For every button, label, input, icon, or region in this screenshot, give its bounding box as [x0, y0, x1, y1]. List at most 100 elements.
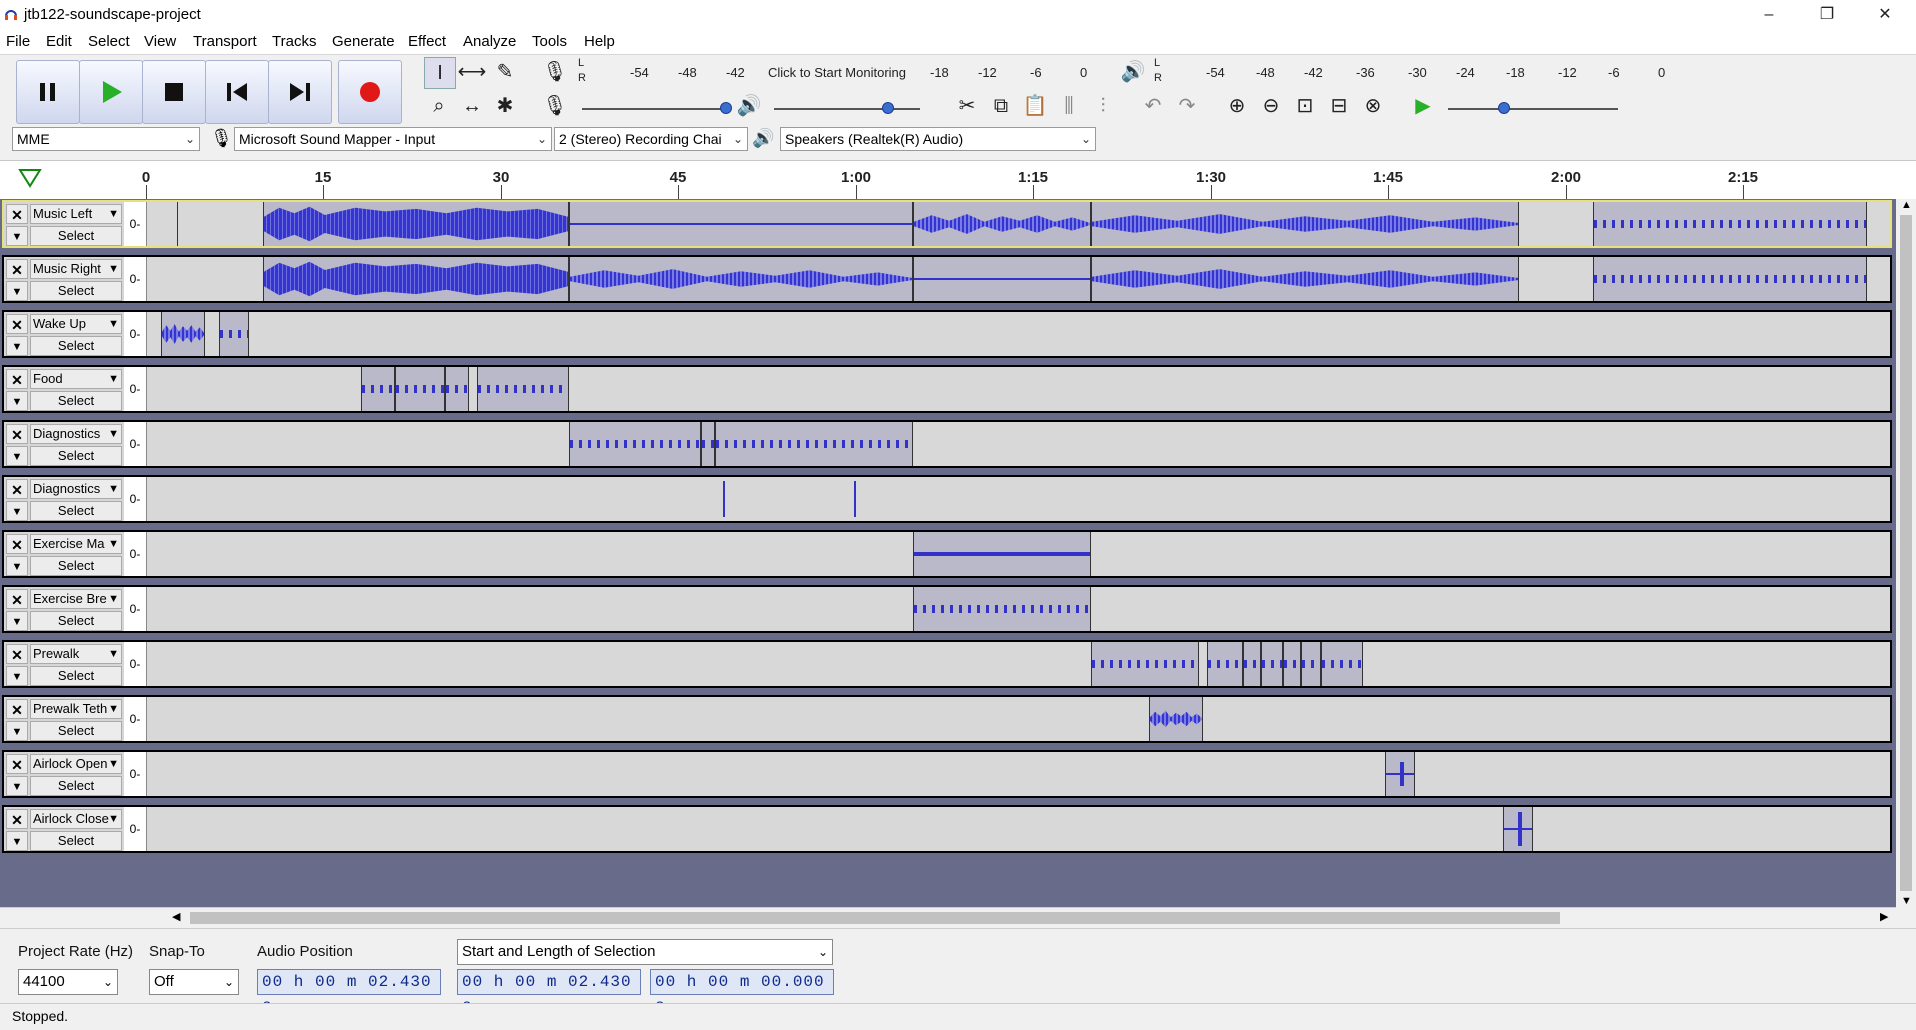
scroll-left-icon[interactable]: ◀: [172, 910, 180, 923]
track-name-menu[interactable]: Music Left ▼: [30, 204, 122, 224]
snap-to-select[interactable]: Off ⌄: [149, 969, 239, 995]
select-track-button[interactable]: Select: [30, 776, 122, 796]
audio-clip[interactable]: [913, 532, 1091, 576]
skip-to-start-button[interactable]: [205, 60, 269, 124]
audio-clip[interactable]: [569, 257, 913, 301]
audio-clip[interactable]: [445, 367, 469, 411]
select-track-button[interactable]: Select: [30, 721, 122, 741]
close-track-button[interactable]: ✕: [6, 259, 28, 279]
close-track-button[interactable]: ✕: [6, 314, 28, 334]
track-food[interactable]: ✕ Food ▼ ▼ Select 0-: [2, 365, 1892, 413]
close-track-button[interactable]: ✕: [6, 644, 28, 664]
track-lane[interactable]: [147, 257, 1890, 301]
audio-clip[interactable]: [1503, 807, 1533, 851]
close-button[interactable]: ✕: [1856, 0, 1914, 30]
playback-volume-slider[interactable]: [774, 108, 920, 110]
skip-to-end-button[interactable]: [268, 60, 332, 124]
track-music-right[interactable]: ✕ Music Right ▼ ▼ Select 0-: [2, 255, 1892, 303]
collapse-track-button[interactable]: ▼: [6, 831, 28, 851]
play-speed-knob[interactable]: [1498, 102, 1510, 114]
track-exercise-bre[interactable]: ✕ Exercise Bre ▼ ▼ Select 0-: [2, 585, 1892, 633]
audio-clip[interactable]: [395, 367, 445, 411]
audio-clip[interactable]: [1207, 642, 1243, 686]
close-track-button[interactable]: ✕: [6, 699, 28, 719]
close-track-button[interactable]: ✕: [6, 809, 28, 829]
pause-button[interactable]: [16, 60, 80, 124]
draw-tool-icon[interactable]: ✎: [490, 57, 520, 87]
track-name-menu[interactable]: Prewalk Teth ▼: [30, 699, 122, 719]
audio-clip[interactable]: [913, 257, 1091, 301]
playback-meter-icon[interactable]: 🔊: [1118, 57, 1148, 87]
audio-clip[interactable]: [715, 422, 913, 466]
record-volume-knob[interactable]: [720, 102, 732, 114]
close-track-button[interactable]: ✕: [6, 204, 28, 224]
audio-clip[interactable]: [1301, 642, 1321, 686]
collapse-track-button[interactable]: ▼: [6, 666, 28, 686]
vertical-scroll-thumb[interactable]: [1900, 215, 1912, 891]
track-name-menu[interactable]: Exercise Bre ▼: [30, 589, 122, 609]
track-music-left[interactable]: ✕ Music Left ▼ ▼ Select 0-: [2, 200, 1892, 248]
fit-project-icon[interactable]: ⊟: [1324, 91, 1354, 121]
audio-clip[interactable]: [1385, 752, 1415, 796]
collapse-track-button[interactable]: ▼: [6, 446, 28, 466]
paste-icon[interactable]: 📋: [1020, 91, 1050, 121]
close-track-button[interactable]: ✕: [6, 754, 28, 774]
maximize-button[interactable]: ❐: [1798, 0, 1856, 30]
audio-clip[interactable]: [1091, 202, 1519, 246]
track-lane[interactable]: [147, 642, 1890, 686]
scroll-right-icon[interactable]: ▶: [1880, 910, 1888, 923]
track-lane[interactable]: [147, 697, 1890, 741]
track-name-menu[interactable]: Diagnostics ▼: [30, 424, 122, 444]
select-track-button[interactable]: Select: [30, 501, 122, 521]
recording-device-select[interactable]: Microsoft Sound Mapper - Input ⌄: [234, 127, 552, 151]
audio-clip[interactable]: [701, 422, 715, 466]
close-track-button[interactable]: ✕: [6, 369, 28, 389]
track-prewalk[interactable]: ✕ Prewalk ▼ ▼ Select 0-: [2, 640, 1892, 688]
collapse-track-button[interactable]: ▼: [6, 336, 28, 356]
time-shift-tool-icon[interactable]: ↔: [457, 91, 487, 121]
track-airlock-close[interactable]: ✕ Airlock Close ▼ ▼ Select 0-: [2, 805, 1892, 853]
audio-position-field[interactable]: 00 h 00 m 02.430 s: [257, 969, 441, 1015]
track-exercise-ma[interactable]: ✕ Exercise Ma ▼ ▼ Select 0-: [2, 530, 1892, 578]
menu-select[interactable]: Select: [88, 33, 130, 50]
audio-clip[interactable]: [569, 422, 701, 466]
zoom-tool-icon[interactable]: ⌕: [424, 91, 454, 121]
minimize-button[interactable]: –: [1740, 0, 1798, 30]
play-button[interactable]: [79, 60, 143, 124]
audio-clip[interactable]: [1593, 257, 1867, 301]
close-track-button[interactable]: ✕: [6, 534, 28, 554]
track-lane[interactable]: [147, 587, 1890, 631]
audio-clip[interactable]: [219, 312, 249, 356]
select-track-button[interactable]: Select: [30, 336, 122, 356]
stop-button[interactable]: [142, 60, 206, 124]
record-button[interactable]: [338, 60, 402, 124]
record-meter-icon[interactable]: 🎙: [540, 57, 570, 87]
audio-clip[interactable]: [854, 481, 856, 517]
audio-clip[interactable]: [263, 202, 569, 246]
play-head-icon[interactable]: [18, 167, 42, 189]
playback-meter[interactable]: -54 -48 -42 -36 -30 -24 -18 -12 -6 0: [1168, 59, 1668, 85]
track-diagnostics[interactable]: ✕ Diagnostics ▼ ▼ Select 0-: [2, 420, 1892, 468]
play-at-speed-icon[interactable]: ▶: [1408, 91, 1438, 121]
timeline-ruler[interactable]: 0 15 30 45 1:00 1:15 1:30 1:45 2:00 2:15: [0, 160, 1916, 200]
track-wake-up[interactable]: ✕ Wake Up ▼ ▼ Select 0-: [2, 310, 1892, 358]
audio-clip[interactable]: [1261, 642, 1283, 686]
record-meter[interactable]: -54 -48 -42 Click to Start Monitoring -1…: [590, 59, 1090, 85]
track-name-menu[interactable]: Wake Up ▼: [30, 314, 122, 334]
menu-tracks[interactable]: Tracks: [272, 33, 316, 50]
menu-file[interactable]: File: [6, 33, 30, 50]
audio-clip[interactable]: [161, 312, 205, 356]
multi-tool-icon[interactable]: ✱: [490, 91, 520, 121]
select-track-button[interactable]: Select: [30, 556, 122, 576]
audio-clip[interactable]: [361, 367, 395, 411]
close-track-button[interactable]: ✕: [6, 424, 28, 444]
record-volume-slider[interactable]: [582, 108, 728, 110]
collapse-track-button[interactable]: ▼: [6, 501, 28, 521]
audio-clip[interactable]: [1243, 642, 1261, 686]
menu-edit[interactable]: Edit: [46, 33, 72, 50]
track-lane[interactable]: [147, 752, 1890, 796]
track-name-menu[interactable]: Food ▼: [30, 369, 122, 389]
select-track-button[interactable]: Select: [30, 391, 122, 411]
collapse-track-button[interactable]: ▼: [6, 226, 28, 246]
cut-icon[interactable]: ✂: [952, 91, 982, 121]
